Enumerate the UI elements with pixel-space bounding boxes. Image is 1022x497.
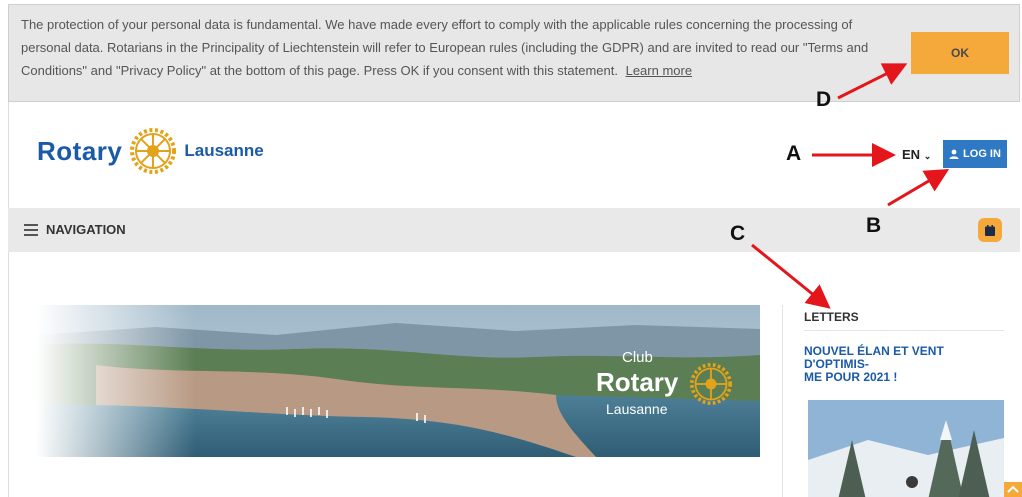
hamburger-icon[interactable] [24, 224, 38, 236]
annotation-label-d: D [816, 88, 832, 111]
learn-more-link[interactable]: Learn more [626, 63, 692, 78]
language-select[interactable]: EN ⌄ [902, 147, 931, 162]
navigation-label[interactable]: NAVIGATION [46, 222, 126, 237]
cookie-banner: The protection of your personal data is … [8, 4, 1020, 102]
ok-button[interactable]: OK [911, 32, 1009, 74]
hero-rotary-text: Rotary [596, 367, 679, 397]
hero-lausanne-text: Lausanne [606, 401, 668, 417]
login-button[interactable]: LOG IN [943, 140, 1007, 168]
letter-title-line-2: ME POUR 2021 ! [804, 370, 898, 384]
logo-club-name: Lausanne [184, 141, 264, 160]
site-header: Rotary Lausanne EN ⌄ LOG IN [8, 102, 1020, 208]
page: The protection of your personal data is … [0, 0, 1022, 497]
annotation-label-c: C [730, 222, 746, 245]
letter-title-line-1: NOUVEL ÉLAN ET VENT D'OPTIMIS- [804, 344, 944, 371]
hero-club-text: Club [622, 349, 653, 366]
hero-rotary-wheel-icon [690, 363, 732, 405]
content-edge [8, 252, 9, 497]
cookie-line-1: The protection of your personal data is … [21, 17, 853, 32]
rotary-logo[interactable]: Rotary Lausanne [37, 128, 264, 174]
sidebar: LETTERS NOUVEL ÉLAN ET VENT D'OPTIMIS- M… [804, 310, 1004, 497]
cookie-line-3-text: Conditions" and "Privacy Policy" at the … [21, 63, 618, 78]
logo-word: Rotary [37, 135, 123, 166]
chevron-up-icon [1007, 485, 1019, 493]
cookie-text: The protection of your personal data is … [21, 13, 881, 82]
letters-heading: LETTERS [804, 310, 1004, 331]
annotation-label-b: B [866, 214, 882, 237]
language-value: EN [902, 147, 921, 162]
letter-thumbnail[interactable] [808, 400, 1004, 497]
arrow-c [751, 243, 831, 309]
scroll-top-button[interactable] [1004, 482, 1022, 497]
rotary-wheel-icon [130, 128, 177, 174]
letter-title-link[interactable]: NOUVEL ÉLAN ET VENT D'OPTIMIS- ME POUR 2… [804, 345, 1004, 384]
chevron-down-icon: ⌄ [923, 151, 932, 161]
hero-banner: Club Rotary Lausanne [36, 305, 760, 457]
annotation-label-a: A [786, 142, 802, 165]
user-icon [949, 149, 959, 159]
cookie-line-2: personal data. Rotarians in the Principa… [21, 40, 869, 55]
sidebar-divider [782, 305, 783, 497]
calendar-button[interactable] [978, 218, 1002, 242]
calendar-icon [985, 224, 995, 236]
cookie-line-3: Conditions" and "Privacy Policy" at the … [21, 59, 881, 82]
login-label: LOG IN [963, 148, 1001, 160]
